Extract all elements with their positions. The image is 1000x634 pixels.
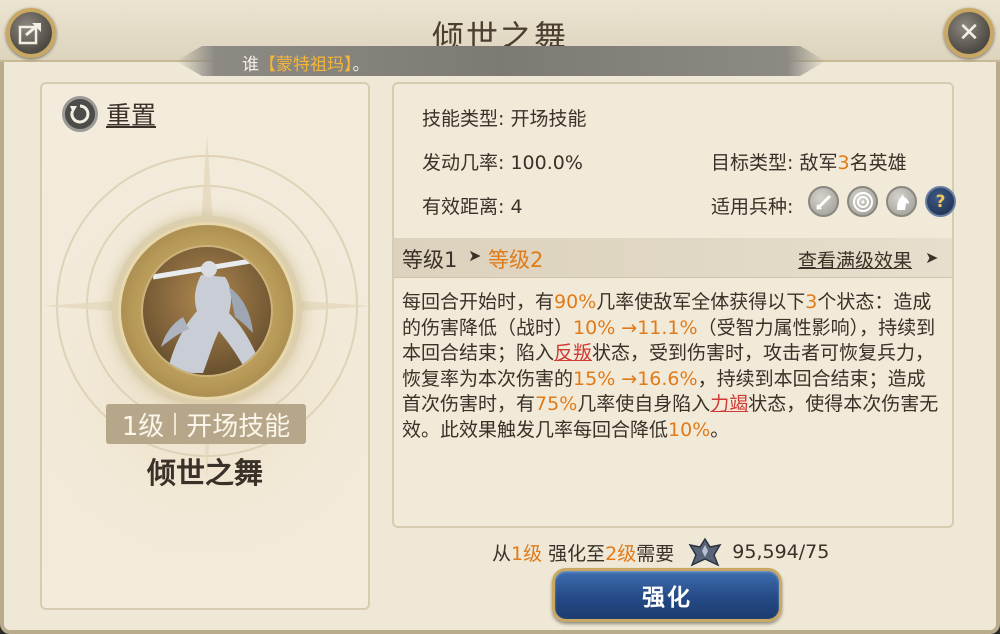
share-icon [18, 23, 41, 45]
owner-prefix: 谁 [242, 55, 259, 75]
desc-value: 3 [805, 291, 818, 313]
dancer-with-sword-icon [141, 245, 273, 377]
desc-text: 几率使自身陷入 [577, 393, 711, 415]
range-row: 有效距离: 4 [422, 192, 523, 219]
reset-icon [62, 96, 98, 132]
troop-icons: ? [808, 186, 956, 217]
troops-row: 适用兵种: [711, 192, 793, 219]
status-keyword-link[interactable]: 力竭 [710, 393, 748, 415]
desc-value: 10% [668, 418, 711, 441]
cost-from-level: 1级 [511, 542, 543, 565]
activation-label: 发动几率: [422, 152, 505, 174]
cost-to-level: 2级 [605, 542, 637, 565]
desc-text: 每回合开始时，有 [402, 291, 555, 313]
owner-line: 谁【蒙特祖玛】。 [242, 50, 370, 75]
next-level: 等级2 [488, 248, 544, 272]
share-button[interactable] [6, 8, 56, 58]
skill-type-row: 技能类型: 开场技能 [422, 104, 586, 131]
target-prefix: 敌军 [799, 152, 838, 174]
status-keyword-link[interactable]: 反叛 [554, 342, 592, 364]
help-question-icon[interactable]: ? [925, 186, 956, 217]
upgrade-button[interactable]: 强化 [552, 568, 782, 622]
reset-label: 重置 [106, 101, 157, 130]
skill-description: 每回合开始时，有90%几率使敌军全体获得以下3个状态：造成的伤害降低（战时）10… [402, 290, 942, 443]
arrow-right-icon: ➤ [468, 246, 482, 265]
desc-value: 75% [535, 393, 578, 415]
divider [174, 413, 177, 435]
skill-scroll-icon [688, 537, 722, 567]
target-type-row: 目标类型: 敌军3名英雄 [711, 148, 907, 175]
skill-level: 1级 [121, 411, 165, 442]
cost-text: 强化至 [548, 542, 606, 565]
view-max-level-link[interactable]: 查看满级效果 [798, 246, 912, 273]
reset-button[interactable]: 重置 [62, 96, 156, 132]
target-label: 目标类型: [711, 152, 794, 174]
desc-value: 10% →11.1% [573, 316, 698, 339]
chevron-right-icon[interactable]: ➤ [925, 248, 938, 267]
activation-value: 100.0% [510, 152, 583, 174]
target-count: 3 [837, 152, 850, 174]
troops-label: 适用兵种: [711, 196, 794, 218]
close-icon: ✕ [958, 18, 980, 48]
range-value: 4 [510, 196, 523, 218]
cost-amount: 95,594/75 [732, 541, 830, 563]
skill-emblem [118, 222, 296, 400]
owner-suffix: 。 [352, 55, 370, 75]
skill-name: 倾世之舞 [146, 456, 263, 490]
infantry-sword-icon[interactable] [808, 186, 839, 217]
skill-type-value: 开场技能 [510, 108, 587, 130]
cavalry-horse-icon[interactable] [886, 186, 917, 217]
activation-rate-row: 发动几率: 100.0% [422, 148, 583, 175]
skill-type-label: 技能类型: [422, 108, 505, 130]
upgrade-cost-line: 从1级 强化至2级需要 95,594/75 [492, 537, 829, 567]
close-button[interactable]: ✕ [944, 8, 994, 58]
owner-name: 【蒙特祖玛】 [259, 55, 353, 75]
archer-target-icon[interactable] [847, 186, 878, 217]
desc-value: 90% [554, 291, 597, 313]
desc-value: 15% →16.6% [573, 367, 698, 390]
desc-text: 。 [710, 418, 730, 441]
target-suffix: 名英雄 [849, 152, 907, 174]
range-label: 有效距离: [422, 196, 505, 218]
desc-text: 几率使敌军全体获得以下 [596, 291, 806, 313]
skill-category: 开场技能 [186, 411, 291, 442]
current-level: 等级1 [402, 248, 458, 272]
cost-text: 需要 [636, 542, 675, 565]
cost-text: 从 [492, 542, 512, 565]
skill-level-tag: 1级 开场技能 [106, 404, 306, 444]
